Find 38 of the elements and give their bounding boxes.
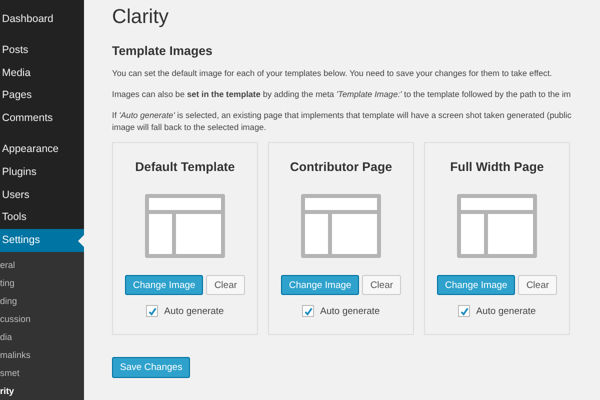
template-title: Contributor Page — [290, 160, 392, 174]
page-title: Clarity — [112, 6, 170, 30]
clear-button[interactable]: Clear — [518, 275, 558, 295]
template-title: Default Template — [135, 160, 235, 174]
menu-item[interactable]: Comments — [0, 107, 84, 130]
submenu-item[interactable]: ding — [0, 292, 84, 310]
layout-icon — [145, 194, 225, 258]
submenu-item[interactable]: dia — [0, 328, 84, 346]
submenu-item[interactable]: malinks — [0, 346, 84, 364]
menu-item[interactable]: Settings — [0, 229, 84, 252]
checkbox-label: Auto generate — [476, 306, 536, 316]
menu-item[interactable]: Users — [0, 184, 84, 206]
submenu-item[interactable]: eral — [0, 256, 84, 274]
layout-icon — [457, 194, 537, 258]
menu-item[interactable]: Tools — [0, 206, 84, 230]
submenu-item[interactable]: smet — [0, 364, 84, 382]
menu-item[interactable]: Plugins — [0, 160, 84, 184]
paragraph: You can set the default image for each of your templates below. You need to save your changes for them to take effect. — [112, 67, 553, 79]
checkbox[interactable] — [302, 305, 314, 317]
clear-button[interactable]: Clear — [206, 275, 246, 295]
checkbox[interactable] — [146, 305, 158, 317]
submenu-item[interactable]: cussion — [0, 310, 84, 328]
menu-item[interactable]: Media — [0, 62, 84, 84]
submenu-item[interactable]: ting — [0, 274, 84, 292]
checkbox-label: Auto generate — [320, 306, 380, 316]
section-title: Template Images — [112, 44, 214, 58]
layout-icon — [301, 194, 381, 258]
paragraph: Images can also be set in the template by adding the meta 'Template Image:' to the template followed by the path to the im — [112, 88, 572, 100]
checkbox[interactable] — [458, 305, 470, 317]
menu-item[interactable]: Pages — [0, 84, 84, 108]
submenu-item[interactable]: rity — [0, 382, 84, 400]
paragraph: If 'Auto generate' is selected, an existing page that implements that template will have a screen shot taken generated (public image will fall back to the selected image. — [112, 109, 572, 133]
menu-item[interactable]: Posts — [0, 38, 84, 62]
clear-button[interactable]: Clear — [362, 275, 402, 295]
menu-item[interactable]: Dashboard — [0, 8, 84, 31]
template-title: Full Width Page — [450, 160, 544, 174]
checkbox-label: Auto generate — [164, 306, 224, 316]
menu-item[interactable]: Appearance — [0, 138, 84, 161]
